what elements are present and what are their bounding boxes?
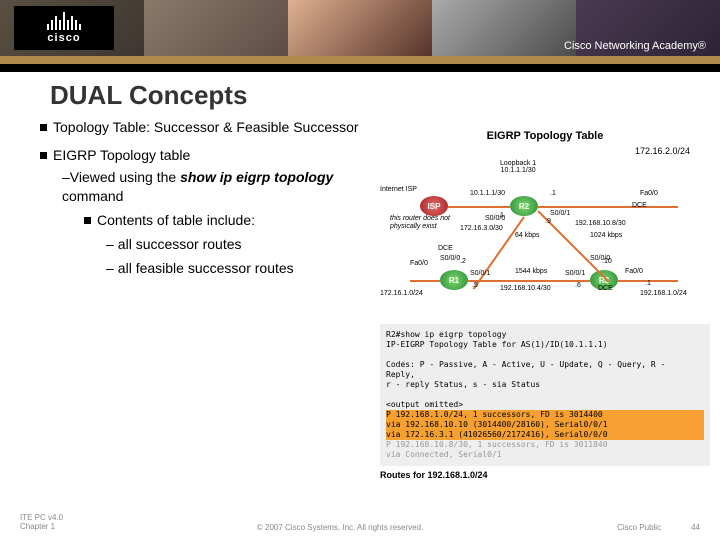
- black-bar: [0, 64, 720, 72]
- footer-public: Cisco Public: [617, 523, 661, 532]
- sub-bullet-contents: Contents of table include:: [84, 211, 380, 229]
- footer-right: Cisco Public 44: [617, 523, 700, 532]
- cli-highlight-2: via 192.168.10.10 (3014400/28160), Seria…: [386, 420, 704, 430]
- gold-bar: [0, 56, 720, 64]
- r2-router-icon: R2: [510, 196, 538, 216]
- lbl-bw1544: 1544 kbps: [515, 268, 547, 275]
- lbl-fa00b: Fa0/0: [410, 260, 428, 267]
- link-r2-lan: [538, 206, 678, 208]
- lbl-lan-r1: 172.16.1.0/24: [380, 290, 423, 297]
- bullet-1-text: Topology Table: Successor & Feasible Suc…: [53, 119, 359, 135]
- cisco-logo: cisco: [14, 6, 114, 50]
- lbl-d6: .6: [575, 282, 581, 289]
- cli-highlight-3: via 172.16.3.1 (41026560/2172416), Seria…: [386, 430, 704, 440]
- footer-page: 44: [691, 523, 700, 532]
- note-label: this router does not physically exist: [390, 215, 460, 230]
- slide-title: DUAL Concepts: [50, 80, 720, 111]
- sub-bullet-successor: –all successor routes: [106, 235, 380, 253]
- lbl-d9: .9: [545, 218, 551, 225]
- footer-chapter: Chapter 1: [20, 522, 63, 532]
- topology-canvas: Internet ISP Loopback 1 10.1.1.1/30 this…: [380, 160, 710, 320]
- contents-text: Contents of table include:: [97, 212, 255, 228]
- link-r1-r3: [468, 280, 590, 282]
- lbl-lan-r3: 192.168.1.0/24: [640, 290, 687, 297]
- r1-router-icon: R1: [440, 270, 468, 290]
- content-area: Topology Table: Successor & Feasible Suc…: [40, 118, 380, 287]
- logo-bars-icon: [47, 12, 81, 30]
- cli-highlight-1: P 192.168.1.0/24, 1 successors, FD is 30…: [386, 410, 704, 420]
- sub-post: command: [62, 188, 123, 204]
- lbl-s001b: S0/0/1: [470, 270, 490, 277]
- lbl-d1: .1: [550, 190, 556, 197]
- lbl-d2: .2: [460, 258, 466, 265]
- feas-text: all feasible successor routes: [118, 260, 294, 276]
- lbl-dce2: DCE: [632, 202, 647, 209]
- footer: ITE PC v4.0 Chapter 1 © 2007 Cisco Syste…: [0, 513, 720, 532]
- command-text: show ip eigrp topology: [180, 169, 333, 185]
- sub-pre: –Viewed using the: [62, 169, 180, 185]
- loopback-label: Loopback 1 10.1.1.1/30: [500, 160, 536, 174]
- academy-label: Cisco Networking Academy®: [564, 40, 706, 52]
- lbl-net2: 192.168.10.8/30: [575, 220, 626, 227]
- bullet-1: Topology Table: Successor & Feasible Suc…: [40, 118, 380, 136]
- lbl-dce1: DCE: [438, 245, 453, 252]
- bullet-square-icon: [40, 124, 47, 131]
- sub-bullet-viewed: –Viewed using the show ip eigrp topology…: [62, 168, 380, 204]
- cli-prompt: R2#show ip eigrp topology: [386, 330, 704, 340]
- cli-caption: Routes for 192.168.1.0/24: [380, 470, 710, 480]
- lbl-bw64: 64 kbps: [515, 232, 540, 239]
- cli-l1: IP-EIGRP Topology Table for AS(1)/ID(10.…: [386, 340, 704, 350]
- lbl-bw1024: 1024 kbps: [590, 232, 622, 239]
- dash-icon: –: [106, 260, 114, 276]
- lbl-net3: 192.168.10.4/30: [500, 285, 551, 292]
- lbl-dce3: DCE: [598, 285, 613, 292]
- cli-l3: Reply,: [386, 370, 704, 380]
- lbl-s001a: S0/0/1: [550, 210, 570, 217]
- cli-l5: <output omitted>: [386, 400, 704, 410]
- bullet-2-text: EIGRP Topology table: [53, 147, 190, 163]
- lbl-s000b: S0/0/0: [440, 255, 460, 262]
- succ-text: all successor routes: [118, 236, 242, 252]
- lbl-ip1: 10.1.1.1/30: [470, 190, 505, 197]
- cli-l7: via Connected, Serial0/1: [386, 450, 704, 460]
- footer-copyright: © 2007 Cisco Systems, Inc. All rights re…: [257, 523, 423, 532]
- bullet-square-icon: [84, 217, 91, 224]
- footer-left: ITE PC v4.0 Chapter 1: [20, 513, 63, 532]
- lbl-d5: .5: [472, 282, 478, 289]
- lbl-s001c: S0/0/1: [565, 270, 585, 277]
- lbl-net1: 172.16.3.0/30: [460, 225, 503, 232]
- isp-label: Internet ISP: [380, 186, 417, 193]
- lbl-fa00a: Fa0/0: [640, 190, 658, 197]
- logo-text: cisco: [47, 32, 80, 44]
- lbl-d1b: .1: [498, 212, 504, 219]
- footer-course: ITE PC v4.0: [20, 513, 63, 523]
- header-banner: cisco Cisco Networking Academy®: [0, 0, 720, 72]
- bullet-square-icon: [40, 152, 47, 159]
- topology-diagram: EIGRP Topology Table 172.16.2.0/24 Inter…: [380, 130, 710, 480]
- diagram-subnet: 172.16.2.0/24: [380, 146, 710, 156]
- cli-l6: P 192.168.10.8/30, 1 successors, FD is 3…: [386, 440, 704, 450]
- link-r1-lan: [410, 280, 440, 282]
- diagram-title: EIGRP Topology Table: [380, 130, 710, 142]
- link-isp-r2: [448, 206, 510, 208]
- lbl-fa00c: Fa0/0: [625, 268, 643, 275]
- lbl-d10: .10: [602, 258, 612, 265]
- isp-router-icon: ISP: [420, 196, 448, 216]
- bullet-2: EIGRP Topology table –Viewed using the s…: [40, 146, 380, 277]
- cli-l2: Codes: P - Passive, A - Active, U - Upda…: [386, 360, 704, 370]
- sub-bullet-feasible: –all feasible successor routes: [106, 259, 380, 277]
- dash-icon: –: [106, 236, 114, 252]
- lbl-d1c: .1: [645, 280, 651, 287]
- cli-output: R2#show ip eigrp topology IP-EIGRP Topol…: [380, 324, 710, 466]
- cli-l4: r - reply Status, s - sia Status: [386, 380, 704, 390]
